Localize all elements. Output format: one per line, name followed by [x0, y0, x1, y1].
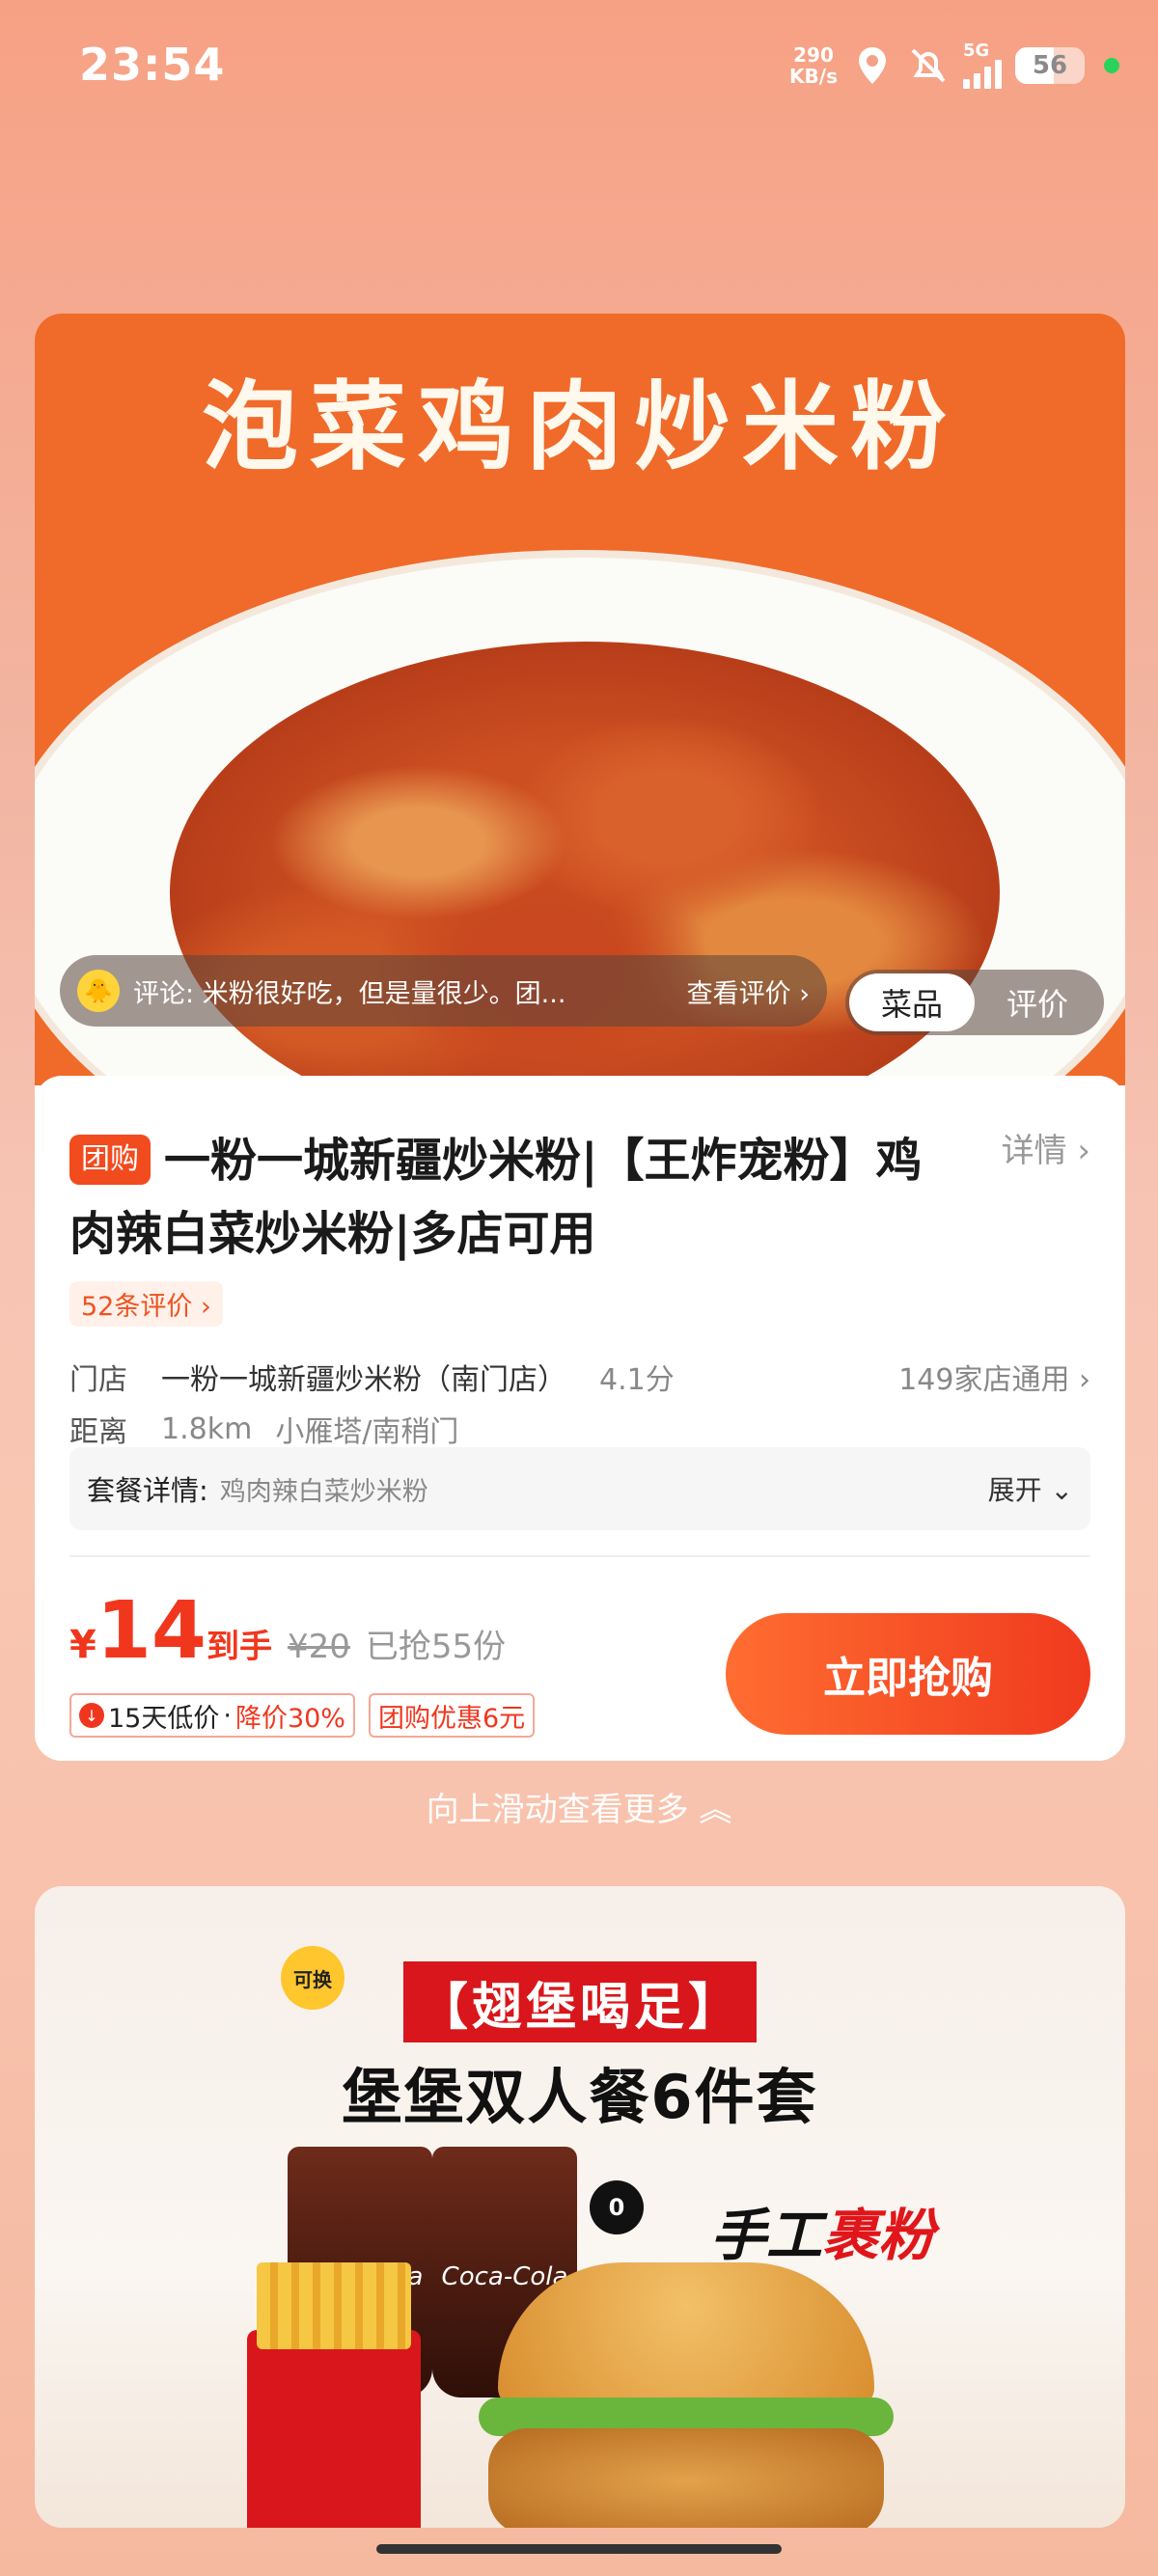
- low-price-chip-label: 15天低价: [108, 1703, 220, 1734]
- promo-title: 堡堡双人餐6件套: [342, 2062, 818, 2132]
- swap-badge: 可换: [281, 1946, 345, 2010]
- zero-sugar-badge: 0: [590, 2180, 644, 2234]
- status-icons: 290 KB/s 5G 56: [789, 37, 1119, 95]
- review-preview-text: 评论: 米粉很好吃，但是量很少。团...: [133, 978, 566, 1009]
- battery-icon: 56: [1015, 47, 1085, 84]
- product-title-text: 一粉一城新疆炒米粉|【王炸宠粉】鸡肉辣白菜炒米粉|多店可用: [69, 1134, 923, 1261]
- view-reviews-link[interactable]: 查看评价 ›: [687, 973, 810, 1010]
- store-label: 门店: [69, 1363, 127, 1397]
- handwrite-red: 裹粉: [822, 2203, 935, 2268]
- price-down-icon: ↓: [79, 1703, 104, 1728]
- group-buy-badge: 团购: [69, 1135, 151, 1185]
- store-row[interactable]: 门店 一粉一城新疆炒米粉（南门店） 4.1分 149家店通用 ›: [69, 1356, 1090, 1398]
- package-value: 鸡肉辣白菜炒米粉: [219, 1476, 428, 1507]
- active-indicator-dot: [1104, 58, 1119, 73]
- price-suffix: 到手: [206, 1628, 272, 1666]
- network-speed-unit: KB/s: [789, 65, 838, 88]
- details-link[interactable]: 详情 ›: [1002, 1124, 1090, 1171]
- store-score: 4.1分: [599, 1363, 675, 1397]
- area-name: 小雁塔/南稍门: [275, 1415, 459, 1449]
- mute-icon: [907, 44, 950, 87]
- expand-button[interactable]: 展开 ⌄: [988, 1469, 1073, 1508]
- burger-illustration: [459, 2262, 913, 2528]
- promo-tag: 【翅堡喝足】: [403, 1961, 757, 2042]
- clock: 23:54: [79, 39, 226, 91]
- location-icon: [851, 44, 894, 87]
- price-block: ¥ 14 到手 ¥20 已抢55份: [69, 1592, 506, 1671]
- promo-chips: ↓ 15天低价 · 降价30% 团购优惠6元: [69, 1693, 536, 1738]
- price-currency: ¥: [69, 1623, 96, 1667]
- reviewer-avatar: 🐥: [77, 970, 120, 1012]
- product-info-panel: 团购 一粉一城新疆炒米粉|【王炸宠粉】鸡肉辣白菜炒米粉|多店可用 详情 › 52条…: [35, 1076, 1125, 1761]
- package-label: 套餐详情:: [87, 1474, 208, 1507]
- product-hero-image[interactable]: 泡菜鸡肉炒米粉 🐥 评论: 米粉很好吃，但是量很少。团... 查看评价 › 菜品…: [35, 314, 1125, 1085]
- buy-now-button[interactable]: 立即抢购: [726, 1613, 1090, 1735]
- signal-icon: 5G: [963, 42, 1002, 89]
- package-details[interactable]: 套餐详情: 鸡肉辣白菜炒米粉 展开 ⌄: [69, 1447, 1090, 1530]
- hero-title: 泡菜鸡肉炒米粉: [202, 370, 958, 483]
- divider: [69, 1555, 1090, 1557]
- store-count-link[interactable]: 149家店通用 ›: [898, 1356, 1090, 1398]
- store-name: 一粉一城新疆炒米粉（南门店）: [161, 1363, 566, 1397]
- status-bar: 23:54 290 KB/s 5G 56: [0, 0, 1158, 135]
- network-speed-value: 290: [793, 43, 834, 67]
- promo-card[interactable]: 【翅堡喝足】 堡堡双人餐6件套 Coca-Cola Coca-Cola 可换 0…: [35, 1886, 1125, 2528]
- coupon-chip: 团购优惠6元: [368, 1693, 536, 1738]
- coupon-chip-label: 团购优惠6元: [377, 1703, 526, 1734]
- sold-count: 已抢55份: [365, 1628, 507, 1666]
- distance-label: 距离: [69, 1415, 127, 1449]
- network-speed: 290 KB/s: [789, 44, 838, 87]
- original-price: ¥20: [287, 1628, 350, 1666]
- product-title: 团购 一粉一城新疆炒米粉|【王炸宠粉】鸡肉辣白菜炒米粉|多店可用: [69, 1124, 957, 1271]
- low-price-chip: ↓ 15天低价 · 降价30%: [69, 1693, 355, 1738]
- scroll-up-hint: 向上滑动查看更多 ︽: [426, 1791, 732, 1829]
- review-preview-pill[interactable]: 🐥 评论: 米粉很好吃，但是量很少。团... 查看评价 ›: [60, 955, 827, 1027]
- distance-value: 1.8km: [161, 1411, 253, 1446]
- distance-row: 距离 1.8km 小雁塔/南稍门: [69, 1408, 1090, 1450]
- battery-level: 56: [1032, 51, 1068, 80]
- price-value: 14: [96, 1585, 207, 1677]
- fries-illustration: [247, 2262, 421, 2528]
- media-segment-control[interactable]: 菜品 评价: [845, 970, 1104, 1035]
- network-type: 5G: [963, 41, 990, 61]
- discount-chip-label: 降价30%: [234, 1703, 345, 1734]
- handmade-breading-text: 手工裹粉: [710, 2190, 934, 2271]
- product-card[interactable]: 泡菜鸡肉炒米粉 🐥 评论: 米粉很好吃，但是量很少。团... 查看评价 › 菜品…: [35, 314, 1125, 1761]
- reviews-count-badge[interactable]: 52条评价 ›: [69, 1281, 223, 1327]
- segment-dishes[interactable]: 菜品: [849, 973, 975, 1031]
- handwrite-black: 手工: [710, 2203, 823, 2268]
- home-indicator[interactable]: [376, 2544, 782, 2554]
- segment-reviews[interactable]: 评价: [975, 973, 1100, 1031]
